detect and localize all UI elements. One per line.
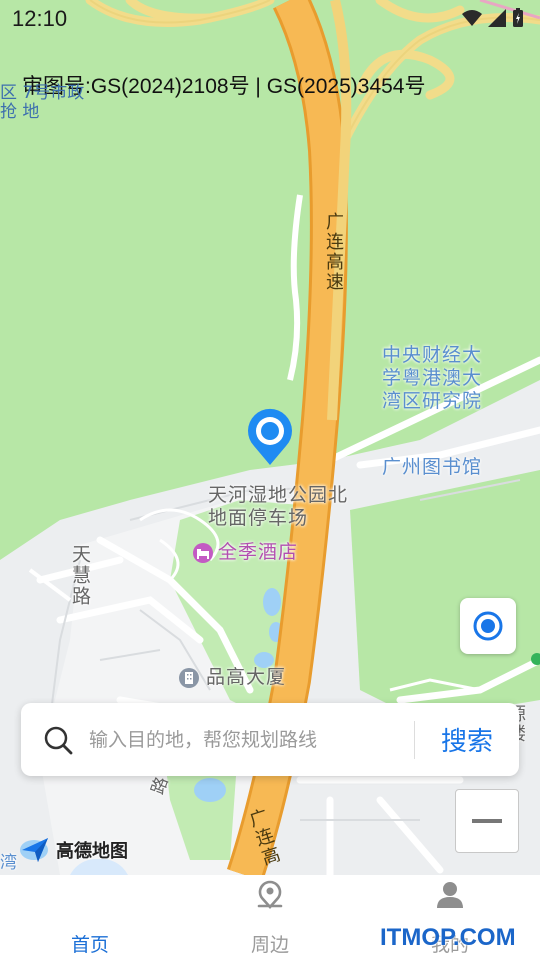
nav-item-nearby[interactable]: 周边 — [180, 875, 360, 960]
building-icon — [179, 667, 199, 688]
road-label-tianhui: 天慧路 — [69, 544, 91, 607]
poi-marker-icon — [531, 653, 540, 665]
signal-icon — [488, 9, 506, 27]
location-pin-icon[interactable] — [246, 408, 294, 466]
target-icon — [473, 611, 503, 641]
poi-hotel[interactable]: 全季酒店 — [192, 541, 298, 564]
nearby-pin-icon — [250, 875, 290, 915]
search-bar: 搜索 — [21, 703, 519, 776]
search-icon — [44, 726, 73, 754]
amap-logo-icon — [22, 838, 48, 862]
status-bar: 12:10 — [0, 0, 540, 40]
poi-institute-label[interactable]: 中央财经大学粤港澳大湾区研究院 — [382, 344, 500, 413]
poi-hotel-label: 全季酒店 — [218, 541, 299, 563]
locate-button[interactable] — [460, 598, 516, 654]
nav-item-home[interactable]: 首页 — [0, 875, 180, 960]
battery-icon — [513, 8, 523, 27]
poi-building[interactable]: 品高大厦 — [178, 666, 286, 689]
wifi-icon — [462, 10, 482, 26]
status-icons — [462, 8, 524, 28]
search-button[interactable]: 搜索 — [415, 703, 519, 776]
hotel-icon — [193, 542, 213, 563]
status-time: 12:10 — [12, 6, 68, 31]
minus-icon — [472, 819, 502, 823]
nav-label-home: 首页 — [70, 934, 109, 956]
search-input[interactable] — [89, 728, 414, 751]
poi-library-label[interactable]: 广州图书馆 — [382, 456, 482, 479]
user-icon — [430, 875, 470, 915]
poi-bottom-left-label: 湾 — [0, 853, 18, 873]
poi-building-label: 品高大厦 — [206, 666, 287, 688]
nav-label-nearby: 周边 — [250, 934, 289, 956]
road-label-guanglian-upper: 广连高速 — [323, 212, 344, 292]
corner-poi-label: 区 7号市政抢 地 — [0, 83, 85, 122]
site-watermark: ITMOP.COM — [380, 924, 516, 951]
poi-parking-label[interactable]: 天河湿地公园北地面停车场 — [208, 484, 348, 530]
zoom-out-button[interactable] — [455, 789, 519, 853]
